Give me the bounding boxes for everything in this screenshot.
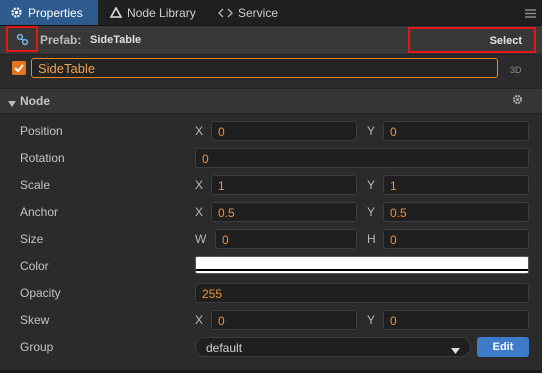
group-value: default [206,341,243,355]
scale-label: Scale [20,178,51,192]
scale-y-input[interactable]: 1 [383,175,529,195]
opacity-label: Opacity [20,286,61,300]
anchor-label: Anchor [20,205,59,219]
size-w-input[interactable]: 0 [215,229,357,249]
menu-icon[interactable] [525,7,536,21]
scale-y-axis[interactable]: Y [367,178,375,192]
prefab-name: SideTable [90,34,142,46]
scale-x-input[interactable]: 1 [211,175,357,195]
3d-tag[interactable]: 3D [510,65,522,75]
anchor-y-input[interactable]: 0.5 [383,202,529,222]
scale-x-axis[interactable]: X [195,178,203,192]
tab-properties[interactable]: Properties [0,0,98,25]
tab-bar: Properties Node Library Service [0,0,542,26]
tab-node-library[interactable]: Node Library [110,0,196,25]
triangle-icon [110,7,122,18]
position-x-axis[interactable]: X [195,124,203,138]
prefab-label: Prefab: [40,33,82,47]
checkmark-icon [14,64,24,73]
size-h-input[interactable]: 0 [383,229,529,249]
color-label: Color [20,259,49,273]
section-title: Node [20,94,50,108]
tab-service[interactable]: Service [218,0,278,25]
section-gear-icon[interactable] [512,94,523,108]
gear-icon [10,6,23,19]
position-x-input[interactable]: 0 [211,121,357,141]
rotation-label: Rotation [20,151,65,165]
size-h-axis[interactable]: H [367,232,376,246]
select-label: Select [489,35,522,47]
anchor-y-axis[interactable]: Y [367,205,375,219]
skew-x-input[interactable]: 0 [211,310,357,330]
position-y-input[interactable]: 0 [383,121,529,141]
dropdown-arrow-icon [451,344,460,358]
color-swatch[interactable] [195,256,529,274]
skew-y-axis[interactable]: Y [367,313,375,327]
size-w-axis[interactable]: W [195,232,206,246]
group-select[interactable]: default [195,337,471,357]
opacity-input[interactable]: 255 [195,283,529,303]
node-name-input[interactable]: SideTable [31,58,498,78]
group-edit-button[interactable]: Edit [477,337,529,357]
tab-label: Properties [28,5,83,20]
color-alpha-bar [196,269,528,271]
prefab-bar: Prefab: SideTable Select [0,26,542,55]
skew-y-input[interactable]: 0 [383,310,529,330]
anchor-x-input[interactable]: 0.5 [211,202,357,222]
position-label: Position [20,124,63,138]
group-label: Group [20,340,54,354]
node-enabled-checkbox[interactable] [12,61,26,75]
node-section-header[interactable]: Node [0,88,542,114]
select-button[interactable]: Select [408,27,536,53]
skew-label: Skew [20,313,50,327]
position-y-axis[interactable]: Y [367,124,375,138]
tab-label: Node Library [127,5,196,20]
tab-label: Service [238,5,279,20]
node-name-row: SideTable 3D [0,55,542,85]
rotation-input[interactable]: 0 [195,148,529,168]
skew-x-axis[interactable]: X [195,313,203,327]
caret-down-icon [8,97,16,111]
size-label: Size [20,232,44,246]
link-prefab-button[interactable] [6,26,38,52]
link-icon [16,33,29,49]
anchor-x-axis[interactable]: X [195,205,203,219]
service-icon [218,7,233,18]
